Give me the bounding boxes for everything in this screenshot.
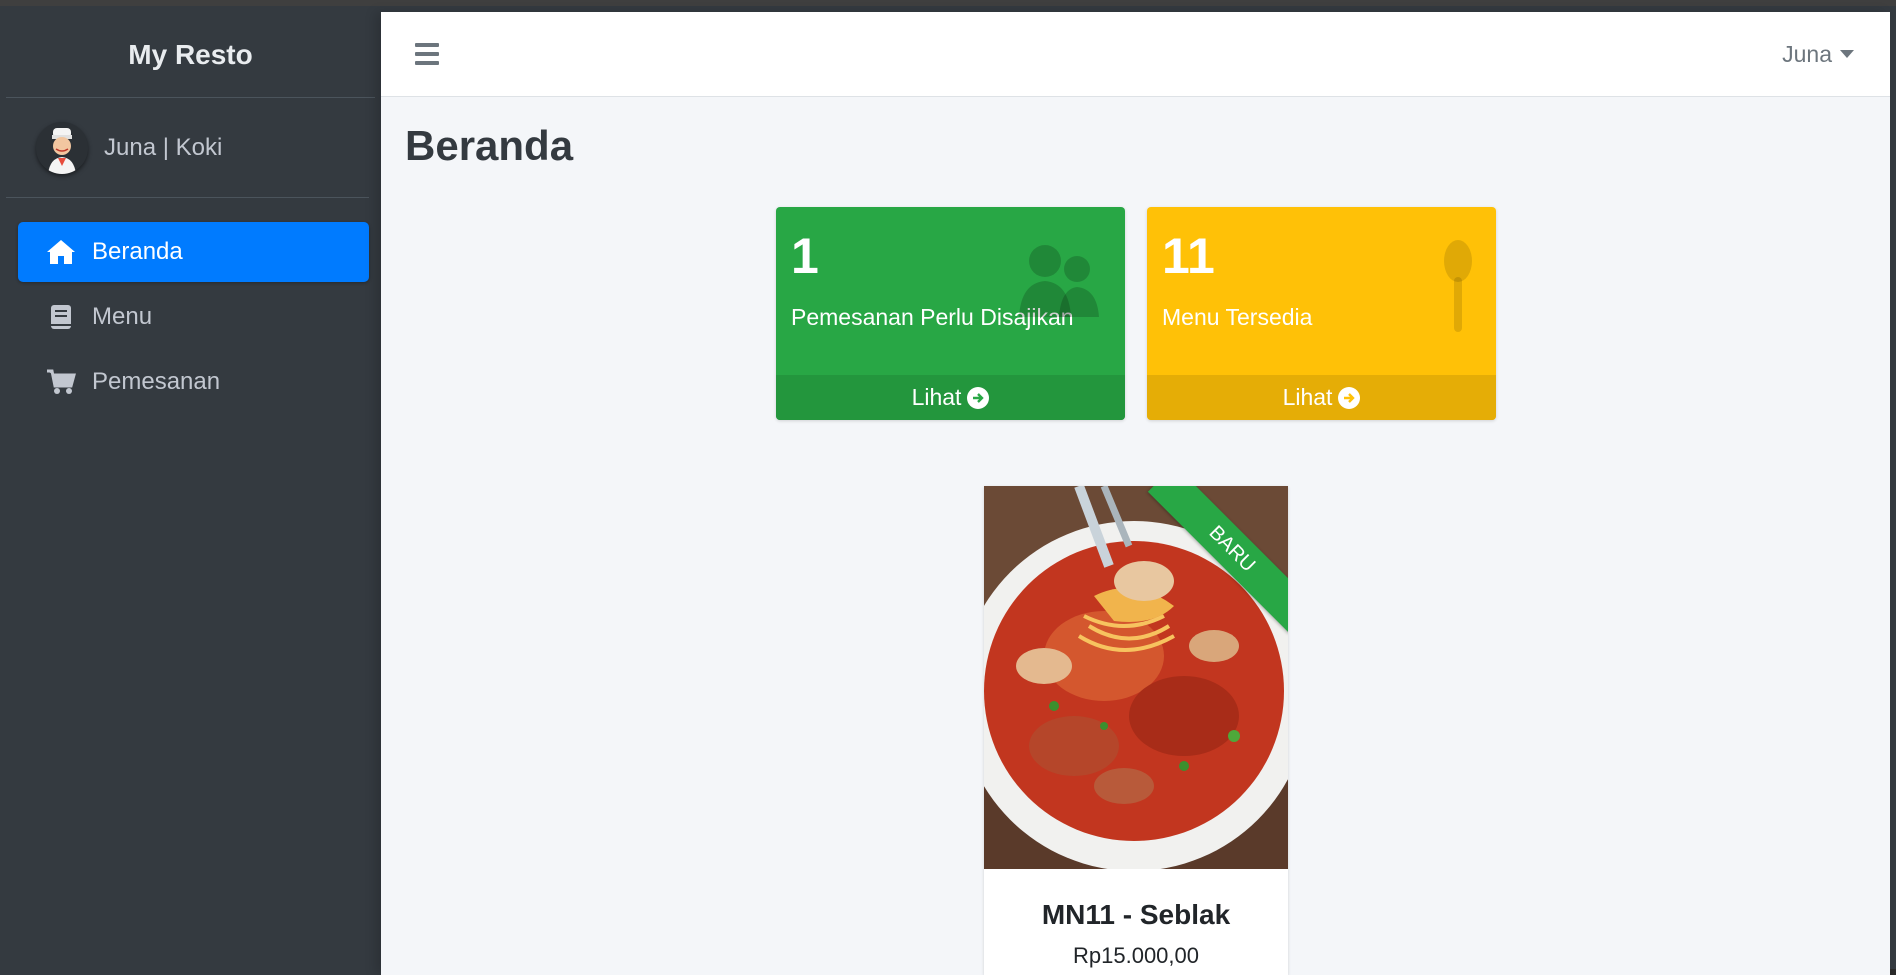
main-content: Juna Beranda 1 Pemesanan Perlu Disajikan…: [381, 12, 1890, 975]
arrow-right-circle-icon: [1338, 386, 1361, 409]
spoon-icon: [1440, 239, 1476, 339]
sidebar-item-label: Pemesanan: [92, 368, 221, 395]
menu-image: BARU: [984, 486, 1288, 869]
cart-icon: [46, 367, 76, 397]
sidebar-item-label: Menu: [92, 303, 153, 330]
menu-toggle-icon[interactable]: [415, 43, 439, 65]
sidebar-item-label: Beranda: [92, 238, 183, 265]
link-label: Lihat: [911, 384, 962, 410]
sidebar-item-beranda[interactable]: Beranda: [18, 222, 369, 282]
stat-box-menu: 11 Menu Tersedia Lihat: [1147, 207, 1496, 420]
stat-label: Menu Tersedia: [1162, 304, 1313, 330]
users-icon: [1015, 239, 1105, 324]
sidebar-item-menu[interactable]: Menu: [18, 287, 369, 347]
menu-card-price: Rp15.000,00: [1073, 943, 1199, 968]
brand-logo[interactable]: My Resto: [6, 12, 375, 98]
view-menu-link[interactable]: Lihat: [1147, 375, 1496, 420]
user-name: Juna | Koki: [104, 133, 223, 161]
stat-box-orders: 1 Pemesanan Perlu Disajikan Lihat: [776, 207, 1125, 420]
caret-down-icon: [1840, 50, 1854, 58]
sidebar: My Resto Juna | Koki Beranda Menu Pemesa…: [0, 12, 381, 975]
app-window: My Resto Juna | Koki Beranda Menu Pemesa…: [0, 0, 1896, 975]
user-dropdown[interactable]: Juna: [1782, 41, 1854, 68]
stat-value: 11: [1162, 228, 1215, 284]
top-navbar: Juna: [381, 12, 1890, 97]
page-title: Beranda: [405, 122, 574, 169]
sidebar-item-pemesanan[interactable]: Pemesanan: [18, 352, 369, 412]
home-icon: [46, 237, 76, 267]
user-panel[interactable]: Juna | Koki: [6, 98, 369, 198]
sidebar-nav: Beranda Menu Pemesanan: [0, 198, 381, 412]
menu-card-title: MN11 - Seblak: [1041, 899, 1231, 930]
arrow-right-circle-icon: [967, 386, 990, 409]
book-icon: [46, 302, 76, 332]
menu-card[interactable]: BARU MN11 - Seblak Rp15.000,00: [984, 486, 1288, 975]
link-label: Lihat: [1282, 384, 1333, 410]
view-orders-link[interactable]: Lihat: [776, 375, 1125, 420]
avatar: [36, 121, 88, 174]
user-dropdown-label: Juna: [1782, 40, 1832, 67]
stat-value: 1: [791, 228, 819, 284]
